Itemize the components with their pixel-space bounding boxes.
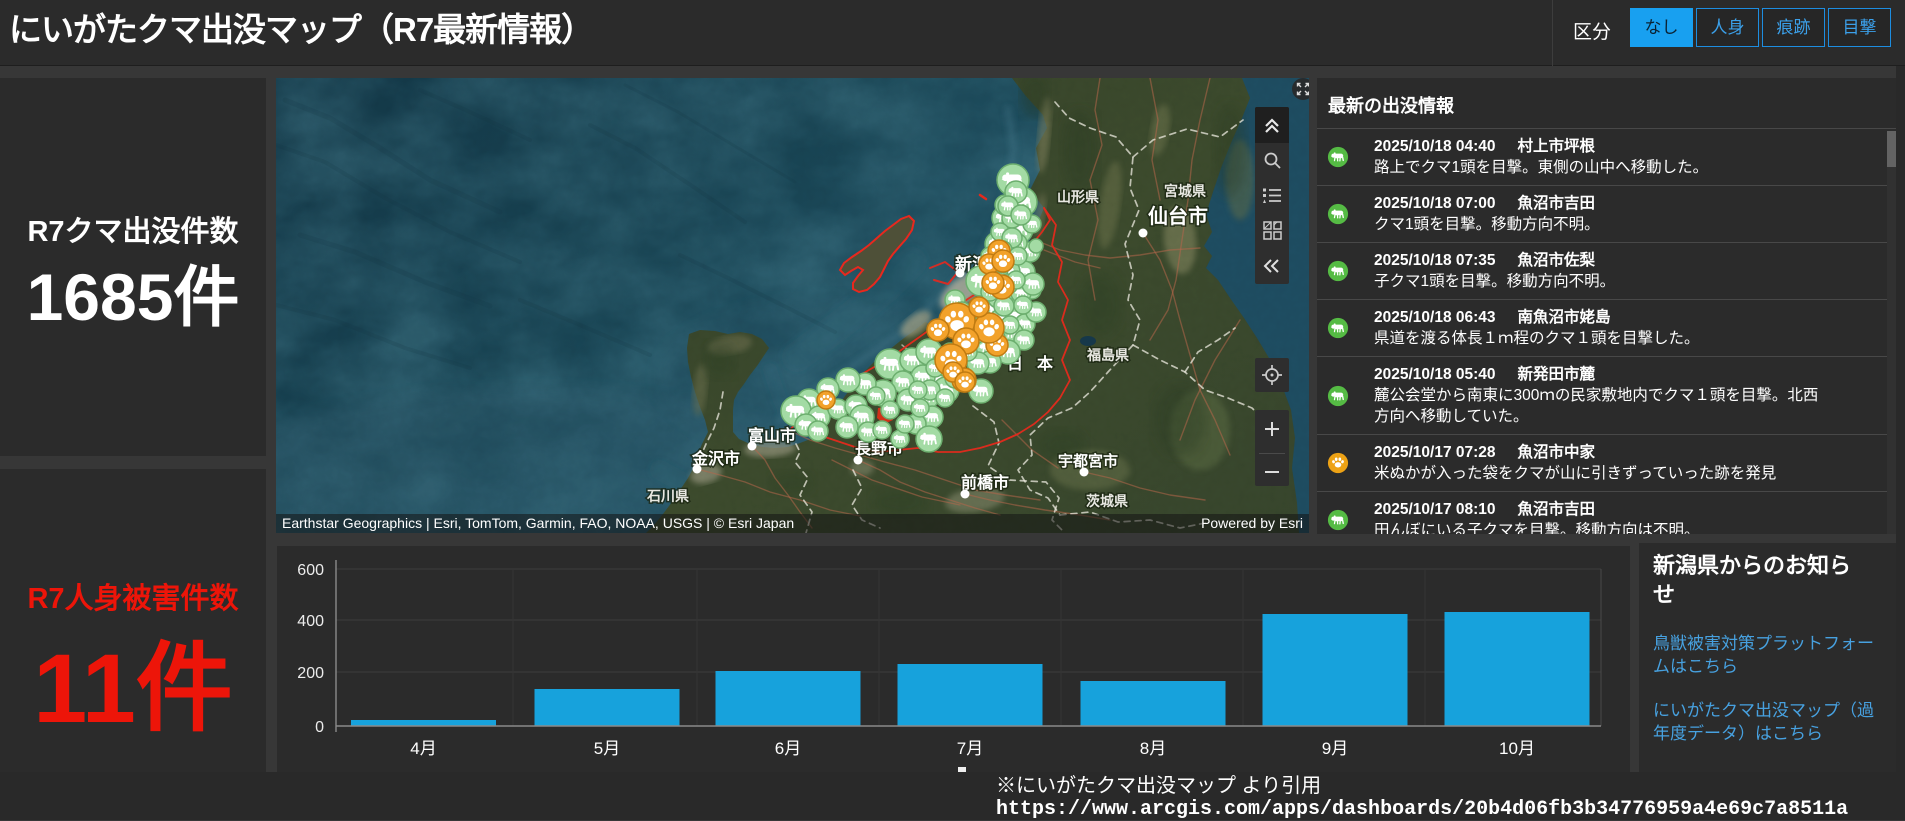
svg-text:富山市: 富山市: [748, 426, 796, 445]
svg-text:宮城県: 宮城県: [1164, 183, 1206, 199]
svg-text:宇都宮市: 宇都宮市: [1058, 452, 1118, 470]
svg-text:10月: 10月: [1499, 739, 1535, 758]
svg-text:400: 400: [297, 613, 324, 630]
svg-text:福島県: 福島県: [1086, 347, 1129, 363]
svg-text:5月: 5月: [594, 739, 620, 758]
svg-text:7月: 7月: [957, 739, 983, 758]
svg-text:茨城県: 茨城県: [1086, 493, 1128, 509]
svg-text:600: 600: [297, 562, 324, 579]
svg-text:200: 200: [297, 665, 324, 682]
svg-text:前橋市: 前橋市: [961, 473, 1009, 492]
svg-text:4月: 4月: [410, 739, 436, 758]
svg-text:石川県: 石川県: [646, 488, 689, 504]
svg-text:9月: 9月: [1322, 739, 1348, 758]
svg-text:0: 0: [315, 719, 324, 736]
svg-text:6月: 6月: [775, 739, 801, 758]
svg-text:山形県: 山形県: [1057, 189, 1099, 205]
svg-text:仙台市: 仙台市: [1148, 204, 1208, 228]
svg-text:8月: 8月: [1140, 739, 1166, 758]
